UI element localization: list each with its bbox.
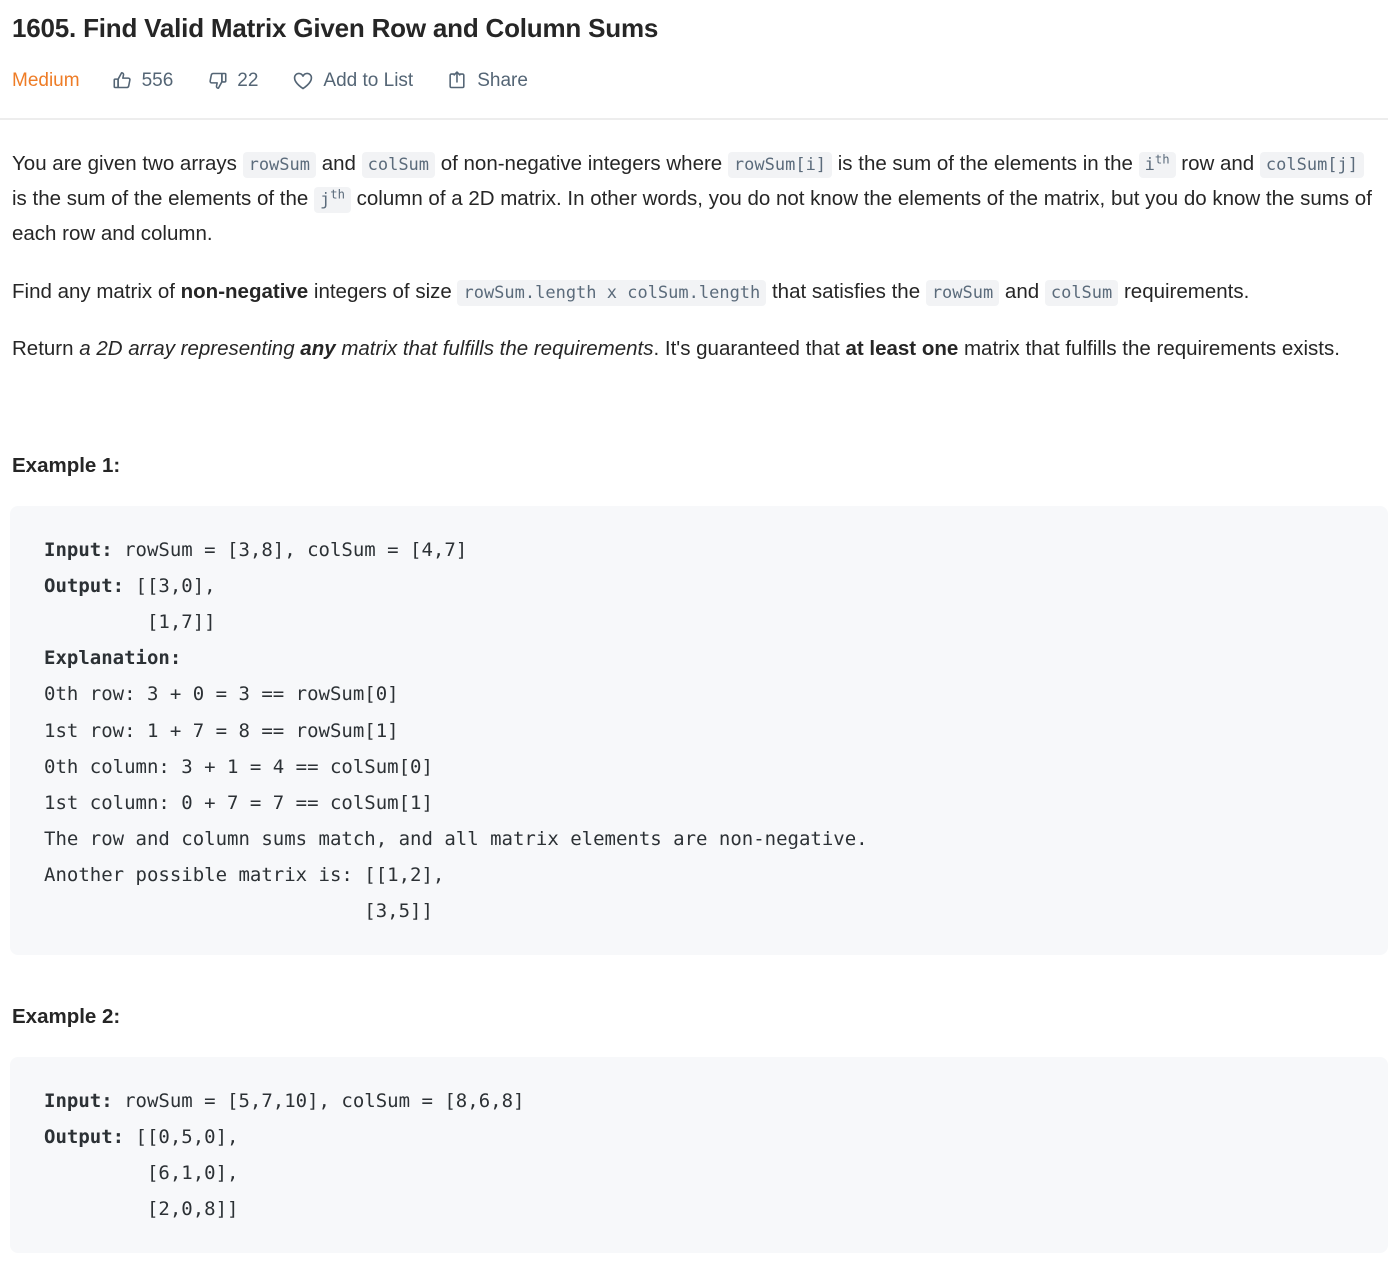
- difficulty-badge: Medium: [12, 70, 80, 92]
- code-text: [2,0,8]]: [44, 1198, 239, 1221]
- problem-meta-row: Medium 556 22 Add to List Share: [12, 66, 1376, 96]
- inline-code-colsum-1: colSum: [361, 151, 436, 178]
- code-label: Explanation:: [44, 647, 182, 670]
- code-label: Output:: [44, 575, 125, 598]
- code-line: 0th row: 3 + 0 = 3 == rowSum[0]: [44, 676, 1388, 712]
- code-line: [1,7]]: [44, 604, 1388, 640]
- example-2-heading: Example 2:: [12, 1005, 121, 1029]
- add-to-list-label: Add to List: [323, 70, 414, 92]
- code-text: 0th column: 3 + 1 = 4 == colSum[0]: [44, 755, 433, 778]
- share-box-icon: [447, 70, 468, 91]
- desc-p3-italic-2: matrix that fulfills the requirements: [335, 336, 654, 360]
- example-1-heading: Example 1:: [12, 454, 121, 478]
- description-paragraph-1: You are given two arrays rowSum and colS…: [12, 146, 1376, 252]
- description-paragraph-2: Find any matrix of non-negative integers…: [12, 274, 1376, 309]
- code-text: 0th row: 3 + 0 = 3 == rowSum[0]: [44, 683, 399, 706]
- desc-p3-italic-bold-any: any: [300, 336, 336, 360]
- desc-p3-bold-at-least-one: at least one: [845, 336, 959, 360]
- example-2-code-block: Input: rowSum = [5,7,10], colSum = [8,6,…: [10, 1057, 1388, 1254]
- code-line: The row and column sums match, and all m…: [44, 821, 1388, 857]
- code-line: 1st row: 1 + 7 = 8 == rowSum[1]: [44, 713, 1388, 749]
- example-1-code-block: Input: rowSum = [3,8], colSum = [4,7] Ou…: [10, 506, 1388, 956]
- code-text: The row and column sums match, and all m…: [44, 827, 868, 850]
- code-text: rowSum = [3,8], colSum = [4,7]: [112, 539, 468, 562]
- code-text: [1,7]]: [44, 611, 216, 634]
- desc-p2-bold-nonnegative: non-negative: [180, 279, 309, 303]
- code-label: Input:: [44, 1090, 113, 1113]
- thumbs-up-icon: [112, 70, 133, 91]
- page-title: 1605. Find Valid Matrix Given Row and Co…: [12, 13, 659, 43]
- code-line: [2,0,8]]: [44, 1191, 1388, 1227]
- desc-p3-text-1: Return: [12, 336, 80, 360]
- ith-superscript: th: [1154, 152, 1170, 167]
- inline-code-matrix-size: rowSum.length x colSum.length: [457, 279, 767, 306]
- code-text: 1st column: 0 + 7 = 7 == colSum[1]: [44, 791, 433, 814]
- code-text: [3,5]]: [44, 899, 433, 922]
- inline-code-ith: ith: [1138, 151, 1176, 178]
- problem-header: 1605. Find Valid Matrix Given Row and Co…: [0, 0, 1388, 96]
- code-line: Explanation:: [44, 640, 1388, 676]
- code-line: 0th column: 3 + 1 = 4 == colSum[0]: [44, 749, 1388, 785]
- desc-p1-text-1: You are given two arrays: [12, 151, 243, 175]
- code-line: [3,5]]: [44, 893, 1388, 929]
- code-text: [[3,0],: [124, 575, 216, 598]
- desc-p3-italic-1: a 2D array representing: [79, 336, 301, 360]
- header-divider: [0, 117, 1388, 120]
- desc-p3-text-2: . It's guaranteed that: [653, 336, 846, 360]
- inline-code-rowsum-i: rowSum[i]: [727, 151, 833, 178]
- dislike-count: 22: [237, 70, 259, 92]
- desc-p2-text-4: and: [999, 279, 1045, 303]
- desc-p1-text-3: of non-negative integers where: [435, 151, 728, 175]
- example-gap: [0, 955, 1388, 1005]
- desc-p1-text-2: and: [316, 151, 362, 175]
- desc-p2-text-1: Find any matrix of: [12, 279, 181, 303]
- problem-content: You are given two arrays rowSum and colS…: [0, 146, 1388, 454]
- inline-code-rowsum-2: rowSum: [925, 279, 1000, 306]
- ith-base: i: [1144, 154, 1155, 175]
- code-line: 1st column: 0 + 7 = 7 == colSum[1]: [44, 785, 1388, 821]
- add-to-list-button[interactable]: Add to List: [292, 70, 413, 92]
- jth-superscript: th: [330, 187, 345, 202]
- desc-p1-text-6: is the sum of the elements of the: [12, 187, 314, 211]
- heart-icon: [292, 70, 314, 92]
- code-line: Output: [[0,5,0],: [44, 1119, 1388, 1155]
- code-line: Another possible matrix is: [[1,2],: [44, 857, 1388, 893]
- like-button[interactable]: 556: [112, 70, 174, 92]
- inline-code-jth: jth: [313, 187, 351, 214]
- share-label: Share: [477, 70, 528, 92]
- inline-code-rowsum-1: rowSum: [242, 151, 316, 178]
- code-line: Input: rowSum = [5,7,10], colSum = [8,6,…: [44, 1083, 1388, 1119]
- description-paragraph-3: Return a 2D array representing any matri…: [12, 331, 1376, 366]
- desc-p2-text-5: requirements.: [1118, 279, 1250, 303]
- desc-p1-text-4: is the sum of the elements in the: [832, 151, 1139, 175]
- desc-p2-text-3: that satisfies the: [766, 279, 926, 303]
- code-text: Another possible matrix is: [[1,2],: [44, 863, 445, 886]
- problem-page: 1605. Find Valid Matrix Given Row and Co…: [0, 0, 1388, 1254]
- dislike-button[interactable]: 22: [207, 70, 258, 91]
- inline-code-colsum-j: colSum[j]: [1259, 151, 1365, 178]
- code-line: Output: [[3,0],: [44, 568, 1388, 604]
- code-label: Output:: [44, 1126, 125, 1149]
- code-text: [[0,5,0],: [124, 1126, 239, 1149]
- code-line: [6,1,0],: [44, 1155, 1388, 1191]
- like-count: 556: [141, 70, 174, 92]
- code-text: 1st row: 1 + 7 = 8 == rowSum[1]: [44, 719, 399, 742]
- desc-p1-text-5: row and: [1175, 151, 1260, 175]
- desc-p3-text-3: matrix that fulfills the requirements ex…: [958, 336, 1340, 360]
- share-button[interactable]: Share: [447, 70, 528, 91]
- code-text: [6,1,0],: [44, 1162, 239, 1185]
- code-line: Input: rowSum = [3,8], colSum = [4,7]: [44, 532, 1388, 568]
- thumbs-down-icon: [207, 70, 228, 91]
- desc-p2-text-2: integers of size: [308, 279, 458, 303]
- inline-code-colsum-2: colSum: [1044, 279, 1119, 306]
- jth-base: j: [319, 190, 331, 211]
- code-text: rowSum = [5,7,10], colSum = [8,6,8]: [112, 1090, 525, 1113]
- code-label: Input:: [44, 539, 113, 562]
